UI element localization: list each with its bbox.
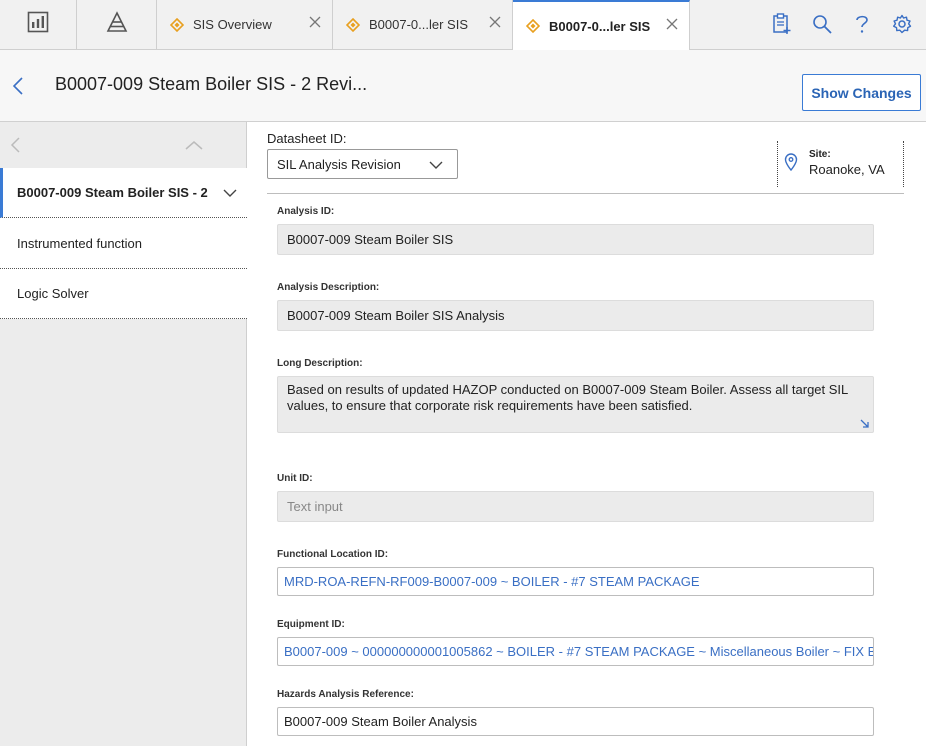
long-description-field[interactable]: Based on results of updated HAZOP conduc…	[277, 376, 874, 433]
search-icon[interactable]	[811, 13, 833, 35]
tab-label: SIS Overview	[193, 17, 272, 32]
analysis-id-field: B0007-009 Steam Boiler SIS	[277, 224, 874, 255]
site-info: Site: Roanoke, VA	[777, 141, 904, 187]
chevron-left-icon[interactable]	[8, 136, 22, 154]
dashboard-icon	[27, 11, 49, 38]
sidebar-nav	[0, 122, 247, 168]
page-header: B0007-009 Steam Boiler SIS - 2 Revi... S…	[0, 50, 926, 122]
sidebar-item-label: B0007-009 Steam Boiler SIS - 2	[17, 185, 208, 200]
top-tab-bar: SIS Overview B0007-0...ler SIS B0007-0..…	[0, 0, 926, 50]
chevron-down-icon[interactable]	[223, 186, 237, 200]
sidebar: B0007-009 Steam Boiler SIS - 2 Instrumen…	[0, 122, 247, 746]
tab-sis-overview[interactable]: SIS Overview	[157, 0, 333, 49]
analysis-description-label: Analysis Description:	[277, 282, 380, 293]
help-icon[interactable]	[851, 13, 873, 35]
sidebar-item-boiler-sis[interactable]: B0007-009 Steam Boiler SIS - 2	[0, 168, 247, 218]
clipboard-add-icon[interactable]	[771, 13, 793, 35]
close-icon[interactable]	[665, 17, 679, 31]
datasheet-label: Datasheet ID:	[267, 131, 347, 146]
hazards-analysis-reference-input[interactable]: B0007-009 Steam Boiler Analysis	[277, 707, 874, 736]
chevron-up-icon[interactable]	[184, 138, 204, 152]
close-icon[interactable]	[488, 15, 502, 29]
datasheet-select[interactable]: SIL Analysis Revision	[267, 149, 458, 179]
dashboard-button[interactable]	[0, 0, 77, 49]
location-pin-icon	[784, 153, 798, 171]
datasheet-panel: Datasheet ID: SIL Analysis Revision Site…	[248, 122, 926, 746]
equipment-id-label: Equipment ID:	[277, 619, 345, 630]
sidebar-item-logic-solver[interactable]: Logic Solver	[0, 269, 247, 319]
tab-label: B0007-0...ler SIS	[549, 18, 651, 34]
chevron-down-icon	[429, 158, 443, 172]
functional-location-id-label: Functional Location ID:	[277, 549, 389, 560]
close-icon[interactable]	[308, 15, 322, 29]
long-description-text: Based on results of updated HAZOP conduc…	[287, 382, 848, 413]
datasheet-selected-value: SIL Analysis Revision	[277, 156, 401, 172]
analysis-id-label: Analysis ID:	[277, 206, 335, 217]
show-changes-button[interactable]: Show Changes	[802, 74, 921, 111]
long-description-label: Long Description:	[277, 358, 363, 369]
tab-label: B0007-0...ler SIS	[369, 17, 468, 32]
site-label: Site:	[809, 149, 831, 160]
back-icon[interactable]	[8, 74, 28, 98]
resize-handle-icon[interactable]	[860, 419, 870, 429]
page-title: B0007-009 Steam Boiler SIS - 2 Revi...	[55, 74, 368, 94]
unit-id-input[interactable]: Text input	[277, 491, 874, 522]
diamond-icon	[169, 17, 185, 33]
divider	[267, 193, 904, 194]
hazards-analysis-reference-label: Hazards Analysis Reference:	[277, 689, 414, 700]
site-value: Roanoke, VA	[809, 162, 885, 177]
sidebar-item-label: Instrumented function	[17, 235, 143, 251]
pyramid-icon	[105, 11, 129, 38]
tab-boiler-sis-2[interactable]: B0007-0...ler SIS	[513, 0, 690, 50]
tab-boiler-sis-1[interactable]: B0007-0...ler SIS	[333, 0, 513, 49]
unit-id-label: Unit ID:	[277, 473, 313, 484]
diamond-icon	[525, 18, 541, 34]
equipment-id-link[interactable]: B0007-009 ~ 000000000001005862 ~ BOILER …	[277, 637, 874, 666]
sidebar-item-instrumented-function[interactable]: Instrumented function	[0, 218, 247, 269]
gear-icon[interactable]	[891, 13, 913, 35]
functional-location-id-link[interactable]: MRD-ROA-REFN-RF009-B0007-009 ~ BOILER - …	[277, 567, 874, 596]
pyramid-button[interactable]	[77, 0, 157, 49]
diamond-icon	[345, 17, 361, 33]
sidebar-item-label: Logic Solver	[17, 286, 89, 301]
analysis-description-field: B0007-009 Steam Boiler SIS Analysis	[277, 300, 874, 331]
